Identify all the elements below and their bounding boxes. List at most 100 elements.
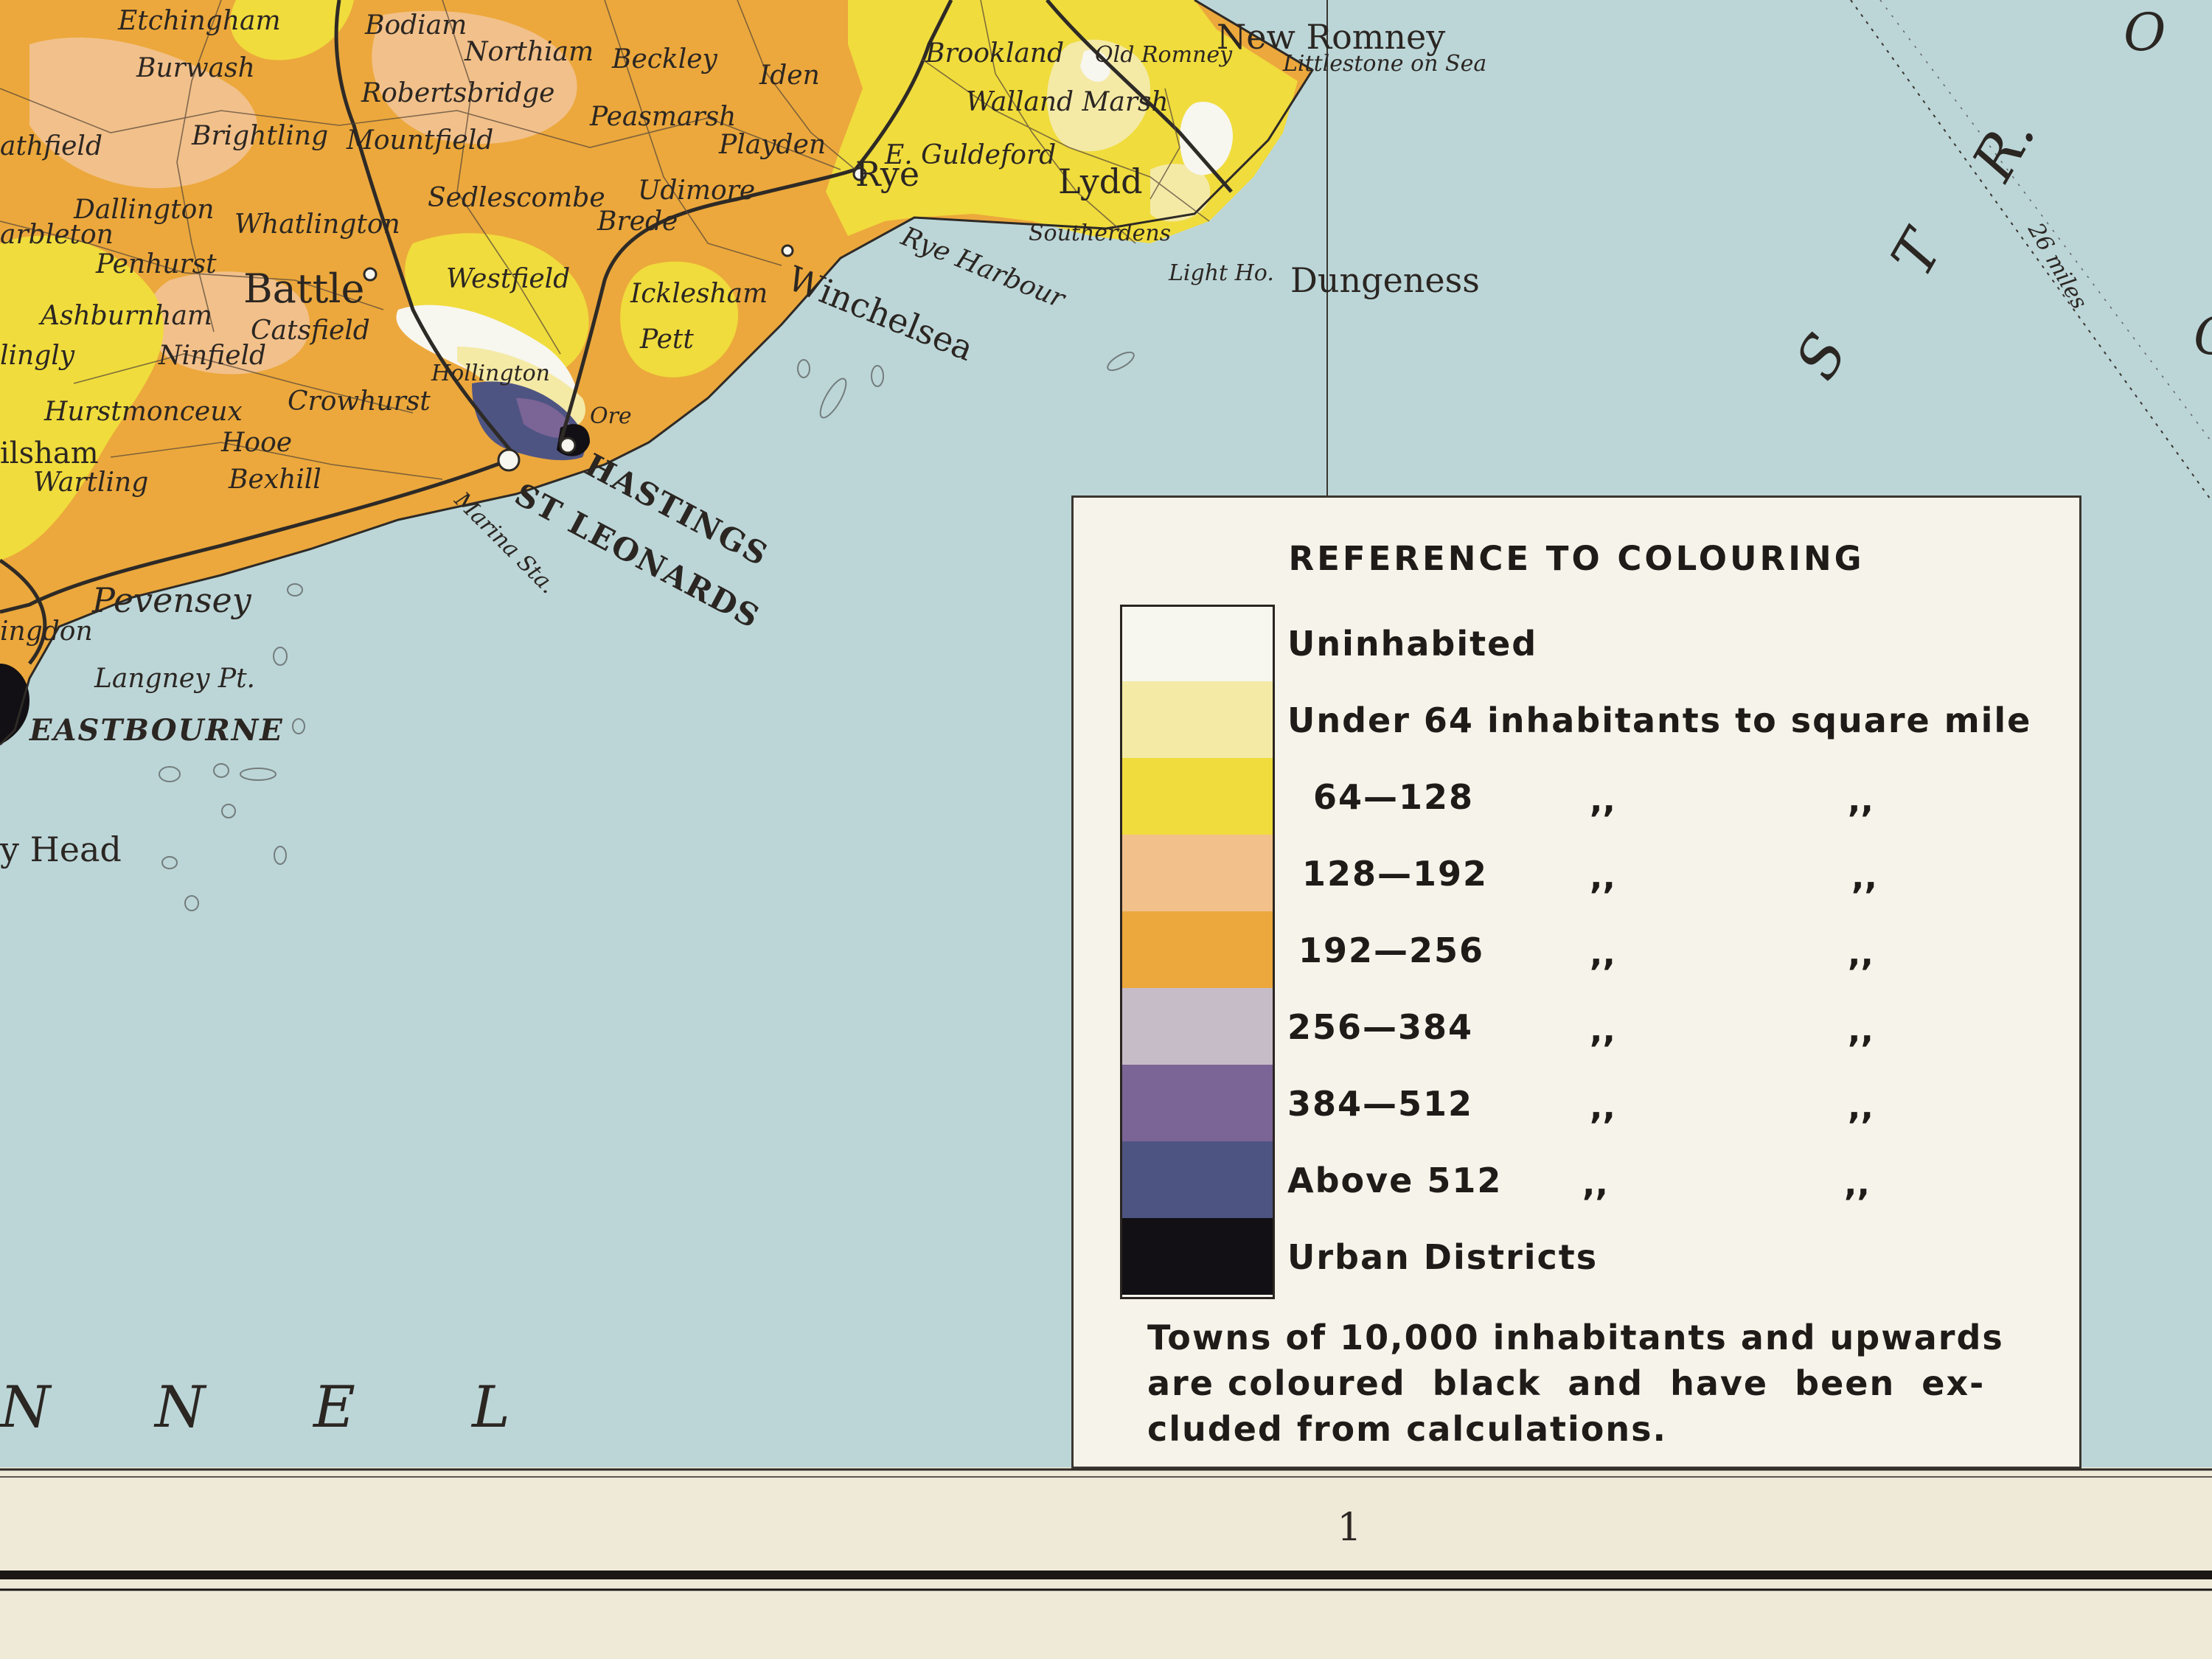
svg-text:Light Ho.: Light Ho.: [1168, 260, 1274, 286]
place-label: Langney Pt.: [94, 664, 255, 694]
legend-row: Under 64 inhabitants to square mile: [1074, 681, 2079, 758]
legend-swatch: [1120, 605, 1275, 681]
place-label: Peasmarsh: [589, 102, 736, 132]
place-label: Bexhill: [228, 465, 321, 495]
svg-text:Westfield: Westfield: [446, 264, 570, 294]
svg-text:Langney Pt.: Langney Pt.: [94, 664, 255, 694]
svg-text:EASTBOURNE: EASTBOURNE: [29, 713, 284, 748]
place-label: arbleton: [0, 220, 114, 250]
legend-row: Uninhabited: [1074, 605, 2079, 681]
svg-text:Brede: Brede: [597, 206, 678, 237]
svg-text:Iden: Iden: [759, 60, 820, 91]
place-label: Brede: [597, 206, 678, 237]
place-label: Whatlington: [234, 209, 400, 240]
place-label: Lydd: [1058, 161, 1143, 201]
channel-letter: L: [470, 1374, 510, 1441]
place-label: ilsham: [0, 437, 99, 470]
svg-text:Catsfield: Catsfield: [251, 316, 370, 346]
ditto-mark: ,,: [1848, 1087, 1874, 1127]
legend-swatch: [1120, 758, 1275, 835]
place-label: Hooe: [220, 428, 292, 458]
place-label: lingly: [0, 341, 75, 371]
place-label: Battle: [243, 265, 365, 312]
place-label: Crowhurst: [288, 386, 431, 417]
svg-text:Littlestone on Sea: Littlestone on Sea: [1282, 51, 1486, 77]
svg-text:ingdon: ingdon: [0, 616, 93, 647]
legend-note-line: are coloured black and have been ex-: [1147, 1363, 1986, 1403]
legend-row: Urban Districts: [1074, 1218, 2079, 1295]
svg-text:Pett: Pett: [639, 324, 694, 355]
place-label: Iden: [759, 60, 820, 91]
svg-text:Hollington: Hollington: [431, 361, 550, 386]
ditto-mark: ,,: [1848, 780, 1874, 820]
svg-text:Ashburnham: Ashburnham: [38, 301, 212, 331]
legend-label: Urban Districts: [1287, 1237, 1599, 1277]
place-label: Southerdens: [1029, 220, 1171, 246]
svg-text:N: N: [0, 1374, 52, 1441]
svg-text:athfield: athfield: [0, 131, 102, 161]
ditto-mark: ,,: [1848, 1010, 1874, 1050]
place-label: Ashburnham: [38, 301, 212, 331]
place-label: y Head: [0, 830, 122, 869]
ditto-mark: ,,: [1590, 1010, 1615, 1050]
legend-row: 384—512 ,, ,,: [1074, 1065, 2079, 1141]
ditto-mark: ,,: [1590, 933, 1615, 973]
svg-text:Rye: Rye: [855, 154, 919, 194]
svg-text:lingly: lingly: [0, 341, 75, 371]
place-label: Pett: [639, 324, 694, 355]
place-label: Icklesham: [630, 279, 768, 309]
legend-box: REFERENCE TO COLOURING Uninhabited Under…: [1071, 495, 2081, 1469]
svg-text:Hurstmonceux: Hurstmonceux: [44, 397, 243, 427]
svg-text:Brookland: Brookland: [925, 38, 1064, 69]
svg-text:Bexhill: Bexhill: [228, 465, 321, 495]
place-label: Sedlescombe: [428, 183, 605, 213]
page-margin: [0, 1467, 2212, 1659]
svg-text:ilsham: ilsham: [0, 437, 99, 470]
legend-swatch: [1120, 835, 1275, 911]
legend-label: 192—256: [1298, 931, 1485, 970]
legend-row: 128—192 ,, ,,: [1074, 835, 2079, 911]
svg-text:Dungeness: Dungeness: [1290, 260, 1480, 300]
svg-text:Sedlescombe: Sedlescombe: [428, 183, 605, 213]
legend-swatch: [1120, 1065, 1275, 1141]
svg-text:Battle: Battle: [243, 265, 365, 312]
legend-note-line: Towns of 10,000 inhabitants and upwards: [1147, 1318, 2004, 1357]
legend-title: REFERENCE TO COLOURING: [1288, 539, 1865, 578]
place-label: Udimore: [638, 175, 755, 206]
svg-text:C: C: [2194, 306, 2212, 366]
svg-text:Wartling: Wartling: [33, 467, 148, 498]
place-label: EASTBOURNE: [29, 713, 284, 748]
place-label: Penhurst: [95, 249, 217, 279]
legend-row: Above 512 ,, ,,: [1074, 1141, 2079, 1218]
svg-text:Bodiam: Bodiam: [364, 10, 467, 41]
place-label: Old Romney: [1095, 42, 1233, 68]
place-label: Dungeness: [1290, 260, 1480, 300]
svg-text:Brightling: Brightling: [191, 121, 328, 151]
edge-letter: O: [2124, 2, 2166, 63]
place-label: Ore: [590, 403, 632, 429]
place-label: Littlestone on Sea: [1282, 51, 1486, 77]
svg-text:y Head: y Head: [0, 830, 122, 869]
channel-letter: N: [153, 1374, 207, 1441]
place-label: Wartling: [33, 467, 148, 498]
svg-text:Old Romney: Old Romney: [1095, 42, 1233, 68]
place-label: Pevensey: [91, 580, 252, 620]
place-label: Brightling: [191, 121, 328, 151]
place-label: Playden: [718, 130, 826, 160]
ditto-mark: ,,: [1590, 780, 1615, 820]
svg-text:L: L: [470, 1374, 510, 1441]
page-number: 1: [1337, 1506, 1362, 1550]
svg-text:Icklesham: Icklesham: [630, 279, 768, 309]
legend-label: 256—384: [1287, 1007, 1474, 1047]
ditto-mark: ,,: [1590, 1087, 1615, 1127]
place-label: Mountfield: [346, 125, 493, 156]
legend-label: Above 512: [1287, 1161, 1503, 1200]
ditto-mark: ,,: [1590, 857, 1615, 897]
svg-text:Penhurst: Penhurst: [95, 249, 217, 279]
svg-text:N: N: [153, 1374, 207, 1441]
place-label: Walland Marsh: [966, 87, 1169, 117]
svg-text:Northiam: Northiam: [464, 37, 594, 67]
place-label: Ninfield: [158, 341, 266, 371]
ditto-mark: ,,: [1582, 1164, 1608, 1203]
svg-text:Burwash: Burwash: [136, 53, 255, 83]
